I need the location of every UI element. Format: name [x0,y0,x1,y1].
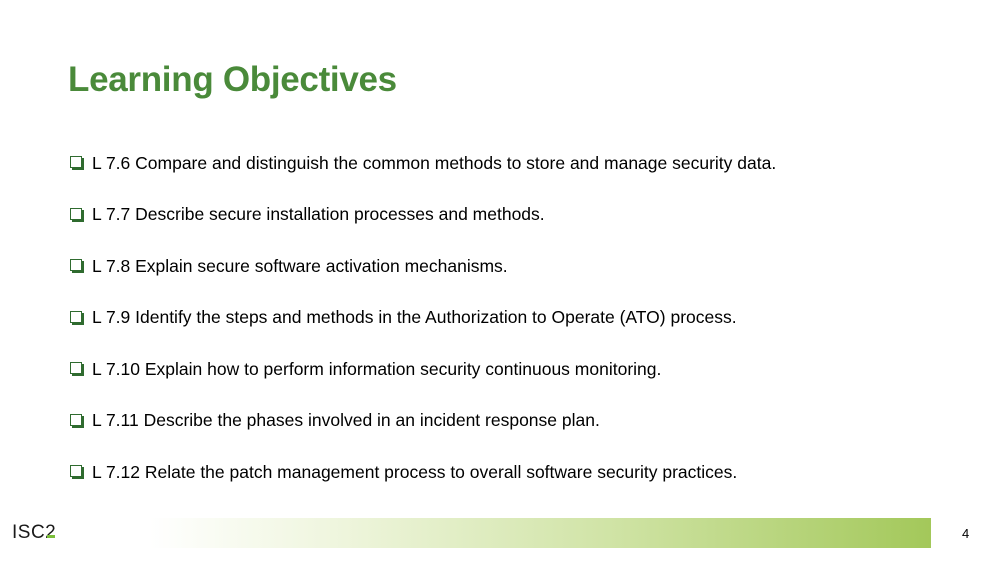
checkbox-icon [70,465,82,477]
objective-item: L 7.9 Identify the steps and methods in … [70,305,776,331]
footer-gradient-bar [150,518,931,548]
checkbox-icon [70,259,82,271]
slide: Learning Objectives L 7.6 Compare and di… [0,0,1000,563]
objective-item: L 7.12 Relate the patch management proce… [70,459,776,485]
checkbox-icon [70,362,82,374]
checkbox-icon [70,310,82,323]
checkbox-icon [70,413,82,426]
checkbox-icon [70,156,82,168]
objective-text: L 7.10 Explain how to perform informatio… [92,358,662,379]
objective-text: L 7.11 Describe the phases involved in a… [92,410,600,430]
objective-item: L 7.8 Explain secure software activation… [70,253,776,279]
objective-text: L 7.9 Identify the steps and methods in … [92,307,737,327]
objective-item: L 7.11 Describe the phases involved in a… [70,408,776,434]
objectives-list: L 7.6 Compare and distinguish the common… [70,150,776,511]
objective-text: L 7.6 Compare and distinguish the common… [92,152,777,173]
isc2-logo: ISC2 [12,522,57,543]
objective-item: L 7.7 Describe secure installation proce… [70,202,776,228]
objective-item: L 7.6 Compare and distinguish the common… [70,150,776,176]
objective-item: L 7.10 Explain how to perform informatio… [70,356,776,382]
checkbox-icon [70,207,82,220]
objective-text: L 7.12 Relate the patch management proce… [92,461,738,482]
objective-text: L 7.7 Describe secure installation proce… [92,204,545,224]
logo-accent-mark [47,535,55,538]
slide-title: Learning Objectives [68,60,397,99]
page-number: 4 [962,526,970,541]
objective-text: L 7.8 Explain secure software activation… [92,255,508,276]
